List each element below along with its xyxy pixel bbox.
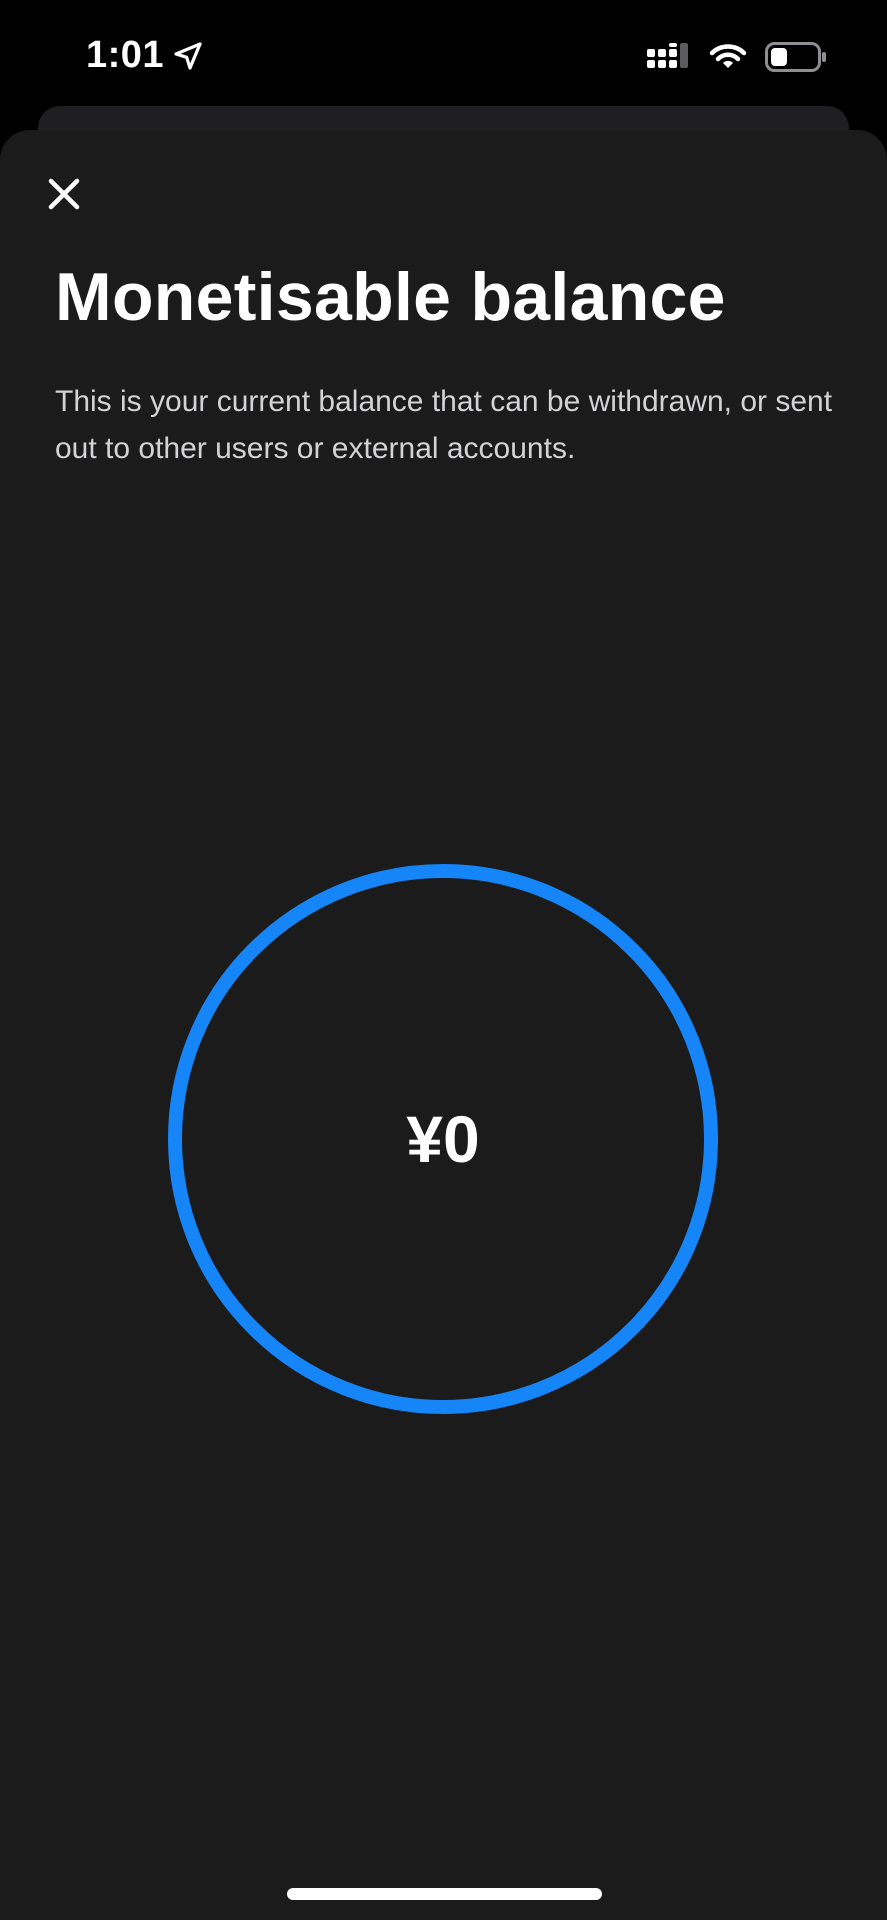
location-arrow-icon [174, 41, 202, 70]
status-icons [629, 42, 827, 72]
battery-icon [765, 42, 826, 72]
balance-amount: ¥0 [406, 1102, 480, 1176]
home-indicator[interactable] [287, 1888, 602, 1900]
close-icon [48, 178, 80, 210]
page-description: This is your current balance that can be… [55, 385, 833, 465]
close-button[interactable] [40, 170, 88, 218]
page-title: Monetisable balance [55, 259, 726, 335]
cellular-signal-icon [647, 43, 688, 68]
screen: 1:01 Monetisable balance This is your cu… [0, 0, 887, 1920]
wifi-icon [709, 44, 747, 68]
status-time-label: 1:01 [86, 34, 165, 76]
status-time: 1:01 [86, 34, 204, 77]
status-bar: 1:01 [0, 0, 887, 110]
